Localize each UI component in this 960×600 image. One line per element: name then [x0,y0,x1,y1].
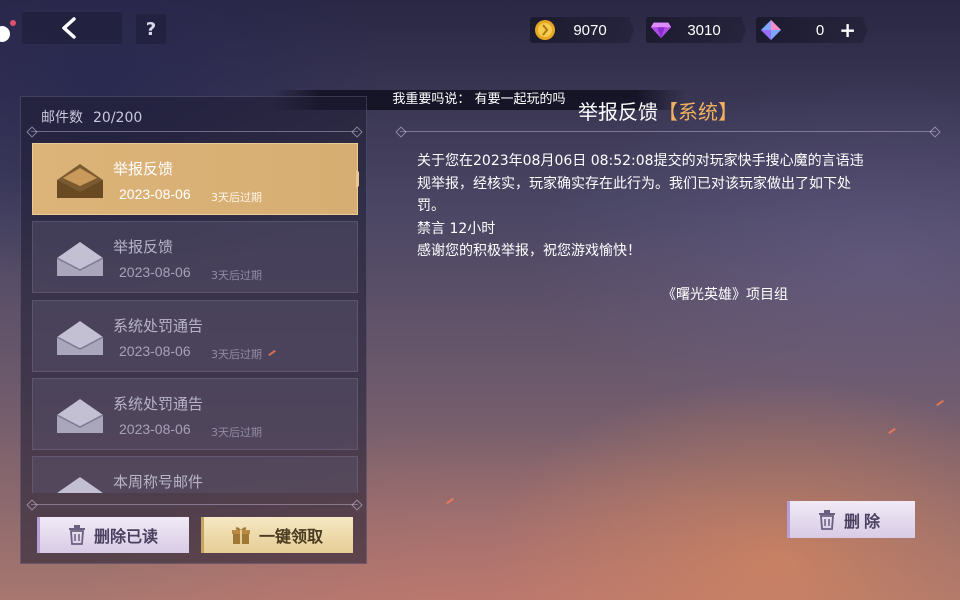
envelope-icon [56,399,104,433]
mail-item-report-feedback-2[interactable]: 举报反馈 2023-08-06 3天后过期 [32,221,358,293]
mail-count-value: 20/200 [93,110,143,126]
envelope-icon [57,477,103,493]
envelope-icon [56,321,104,355]
mail-item-penalty-notice-1[interactable]: 系统处罚通告 2023-08-06 3天后过期 [32,300,358,372]
gold-value: 9070 [573,21,607,39]
selected-arrow-icon [356,170,359,188]
mail-item-expire: 3天后过期 [211,348,262,361]
mail-detail-line: 罚。 [417,198,445,214]
mail-count: 邮件数 20/200 [41,107,142,127]
delete-read-label: 删除已读 [93,527,158,546]
envelope-icon [56,242,104,276]
mail-count-label: 邮件数 [41,110,83,126]
add-crystal-button[interactable]: + [839,18,856,42]
ember-particle [446,497,454,505]
trash-icon [68,525,85,545]
notification-dot [10,20,16,26]
mail-item-title: 系统处罚通告 [113,395,204,413]
gold-currency: 9070 [530,17,634,43]
mail-detail-body: 关于您在2023年08月06日 08:52:08提交的对玩家快手搜心魔的言语违 … [417,150,937,263]
mail-detail-line: 感谢您的积极举报，祝您游戏愉快！ [417,243,641,259]
claim-all-button[interactable]: 一键领取 [201,517,353,553]
ember-particle [888,427,896,435]
mail-item-date: 2023-08-06 [119,343,191,359]
diamond-icon [650,19,672,41]
chevron-left-icon [62,17,76,39]
mail-item-expire: 3天后过期 [211,191,262,204]
crystal-currency: 0 + [756,17,868,43]
back-button[interactable] [22,12,122,44]
claim-all-label: 一键领取 [258,527,323,546]
corner-indicator [0,26,10,42]
mail-item-expire: 3天后过期 [211,269,262,282]
delete-mail-button[interactable]: 删除 [787,501,915,538]
mail-detail-title-text: 举报反馈 [578,100,658,124]
trash-icon [818,509,835,530]
mail-item-title: 本周称号邮件 [113,473,204,491]
help-button[interactable]: ? [136,14,166,44]
delete-mail-label: 删除 [843,511,884,531]
mail-detail-line: 关于您在2023年08月06日 08:52:08提交的对玩家快手搜心魔的言语违 [417,153,864,169]
mail-item-report-feedback-1[interactable]: 举报反馈 2023-08-06 3天后过期 [32,143,359,215]
mail-item-weekly-title[interactable]: 本周称号邮件 [32,456,358,493]
gold-coin-icon [534,19,556,41]
diamond-currency: 3010 [646,17,746,43]
mail-detail-line: 禁言 12小时 [417,220,496,237]
mail-item-title: 举报反馈 [113,160,174,178]
diamond-value: 3010 [687,21,721,39]
mail-detail-title: 举报反馈【系统】 [578,96,738,125]
mail-item-penalty-notice-2[interactable]: 系统处罚通告 2023-08-06 3天后过期 [32,378,358,450]
mail-item-expire: 3天后过期 [211,426,262,439]
envelope-open-icon [57,164,103,198]
mail-detail-line: 规举报，经核实，玩家确实存在此行为。我们已对该玩家做出了如下处 [417,175,851,192]
crystal-icon [760,19,782,41]
mail-item-title: 系统处罚通告 [113,317,204,335]
mail-list[interactable]: 举报反馈 2023-08-06 3天后过期 举报反馈 2023-08-06 3天… [32,143,359,493]
mail-item-date: 2023-08-06 [119,186,191,202]
divider [31,131,358,132]
mail-item-date: 2023-08-06 [119,421,191,437]
divider [31,504,358,505]
delete-read-button[interactable]: 删除已读 [37,517,189,553]
ember-particle [936,399,944,407]
mail-list-panel: 邮件数 20/200 举报反馈 2023-08-06 3天后过期 举报反馈 202… [20,96,367,564]
mail-item-date: 2023-08-06 [119,264,191,280]
mail-item-title: 举报反馈 [113,238,174,256]
divider [400,131,936,132]
gift-icon [231,527,250,544]
mail-signature: 《曙光英雄》项目组 [662,287,788,303]
mail-detail-tag: 【系统】 [658,100,738,124]
